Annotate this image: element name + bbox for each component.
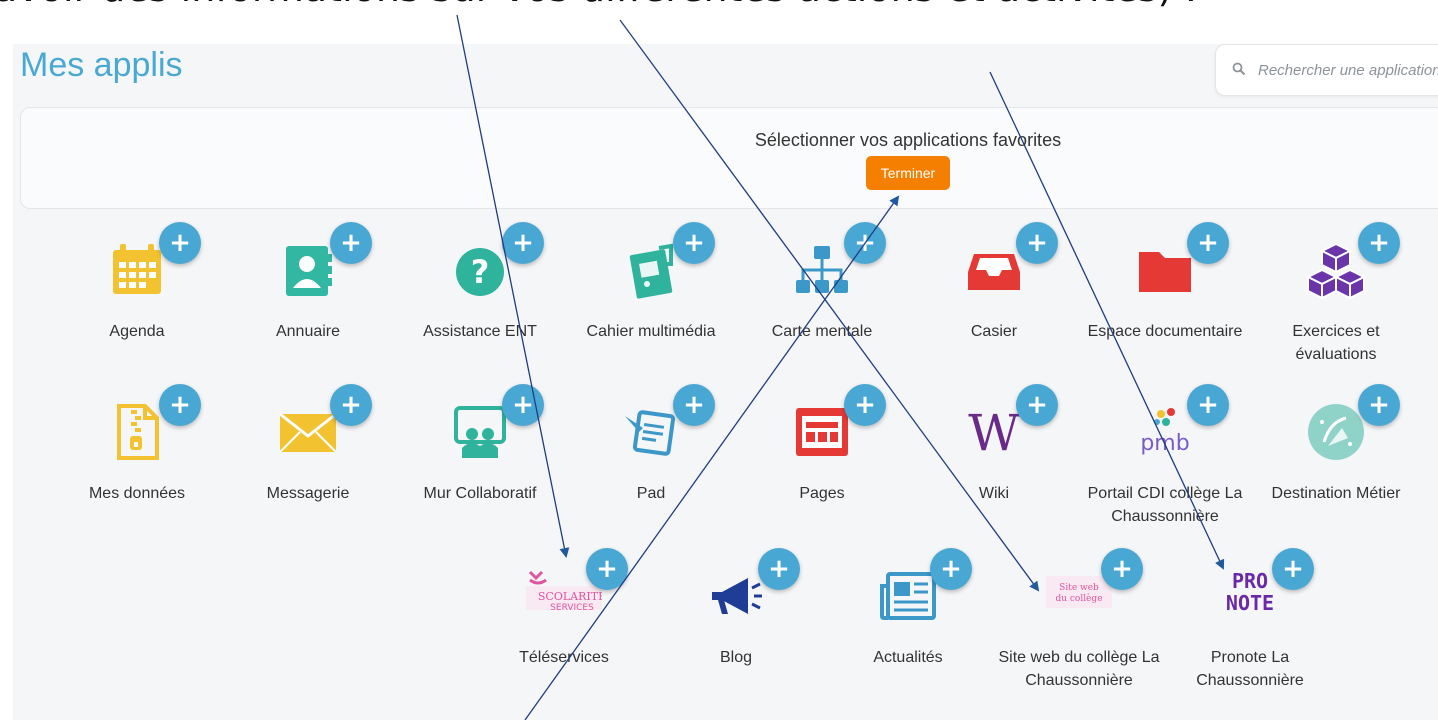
add-favorite-button[interactable]: + — [673, 222, 715, 264]
add-favorite-button[interactable]: + — [586, 548, 628, 590]
destination-metier-icon — [1306, 402, 1366, 462]
sitemap-icon — [792, 240, 852, 300]
svg-text:NOTE: NOTE — [1226, 591, 1274, 615]
add-favorite-button[interactable]: + — [330, 222, 372, 264]
favorites-prompt: Sélectionner vos applications favorites — [754, 130, 1062, 150]
finish-button[interactable]: Terminer — [866, 156, 950, 190]
app-label: Carte mentale — [771, 323, 873, 340]
app-label: Téléservices — [519, 649, 609, 666]
search-box[interactable] — [1215, 44, 1438, 96]
app-label: Destination Métier — [1271, 485, 1401, 502]
app-label: Actualités — [873, 649, 943, 666]
add-favorite-button[interactable]: + — [1358, 384, 1400, 426]
add-favorite-button[interactable]: + — [844, 222, 886, 264]
search-input[interactable] — [1256, 57, 1438, 83]
collaborative-wall-icon — [450, 402, 510, 462]
app-label: Assistance ENT — [423, 323, 537, 340]
add-favorite-button[interactable]: + — [930, 548, 972, 590]
app-label: Mur Collaboratif — [423, 485, 537, 502]
app-label: Espace documentaire — [1087, 323, 1243, 340]
svg-text:du collège: du collège — [1055, 593, 1102, 604]
app-label: Pronote La Chaussonnière — [1196, 649, 1304, 689]
envelope-icon — [278, 402, 338, 462]
add-favorite-button[interactable]: + — [1358, 222, 1400, 264]
add-favorite-button[interactable]: + — [1101, 548, 1143, 590]
pronote-logo-icon: PRO NOTE — [1220, 566, 1280, 626]
add-favorite-button[interactable]: + — [844, 384, 886, 426]
app-label: Annuaire — [275, 323, 341, 340]
add-favorite-button[interactable]: + — [1016, 222, 1058, 264]
svg-text:SCOLARITÉ: SCOLARITÉ — [538, 589, 602, 603]
add-favorite-button[interactable]: + — [758, 548, 800, 590]
page-title: Mes applis — [20, 46, 183, 84]
app-label: Casier — [970, 323, 1018, 340]
inbox-tray-icon — [964, 240, 1024, 300]
search-icon — [1232, 62, 1246, 81]
app-label: Agenda — [109, 323, 165, 340]
newspaper-icon — [878, 566, 938, 626]
megaphone-icon — [706, 566, 766, 626]
favorites-panel — [20, 107, 1438, 209]
add-favorite-button[interactable]: + — [1187, 384, 1229, 426]
cubes-icon — [1306, 240, 1366, 300]
contact-card-icon — [278, 240, 338, 300]
app-label: Mes données — [88, 485, 186, 502]
zip-file-icon — [107, 402, 167, 462]
help-circle-icon: ? — [450, 240, 510, 300]
app-label: Wiki — [978, 485, 1010, 502]
add-favorite-button[interactable]: + — [159, 384, 201, 426]
add-favorite-button[interactable]: + — [673, 384, 715, 426]
folder-icon — [1135, 240, 1195, 300]
add-favorite-button[interactable]: + — [330, 384, 372, 426]
add-favorite-button[interactable]: + — [1187, 222, 1229, 264]
wiki-icon: W — [964, 402, 1024, 462]
app-label: Pages — [799, 485, 845, 502]
pages-icon — [792, 402, 852, 462]
svg-text:W: W — [968, 404, 1020, 462]
add-favorite-button[interactable]: + — [159, 222, 201, 264]
app-label: Pad — [636, 485, 666, 502]
app-label: Site web du collège La Chaussonnière — [998, 649, 1160, 689]
svg-text:pmb: pmb — [1140, 431, 1189, 456]
calendar-icon — [107, 240, 167, 300]
pmb-logo-icon: pmb — [1135, 402, 1195, 462]
app-label: Cahier multimédia — [586, 323, 716, 340]
svg-text:SERVICES: SERVICES — [550, 603, 594, 613]
svg-text:?: ? — [471, 253, 490, 291]
caption-text: avoir des informations sur vos différent… — [0, 0, 1197, 10]
multimedia-notebook-icon — [621, 240, 681, 300]
app-label: Portail CDI collège La Chaussonnière — [1087, 485, 1243, 525]
svg-text:Site web: Site web — [1059, 583, 1099, 593]
add-favorite-button[interactable]: + — [502, 222, 544, 264]
app-label: Messagerie — [266, 485, 350, 502]
app-label: Exercices et évaluations — [1292, 323, 1380, 363]
add-favorite-button[interactable]: + — [1272, 548, 1314, 590]
add-favorite-button[interactable]: + — [502, 384, 544, 426]
add-favorite-button[interactable]: + — [1016, 384, 1058, 426]
app-label: Blog — [719, 649, 753, 666]
pad-icon — [621, 402, 681, 462]
svg-text:PRO: PRO — [1232, 569, 1268, 593]
